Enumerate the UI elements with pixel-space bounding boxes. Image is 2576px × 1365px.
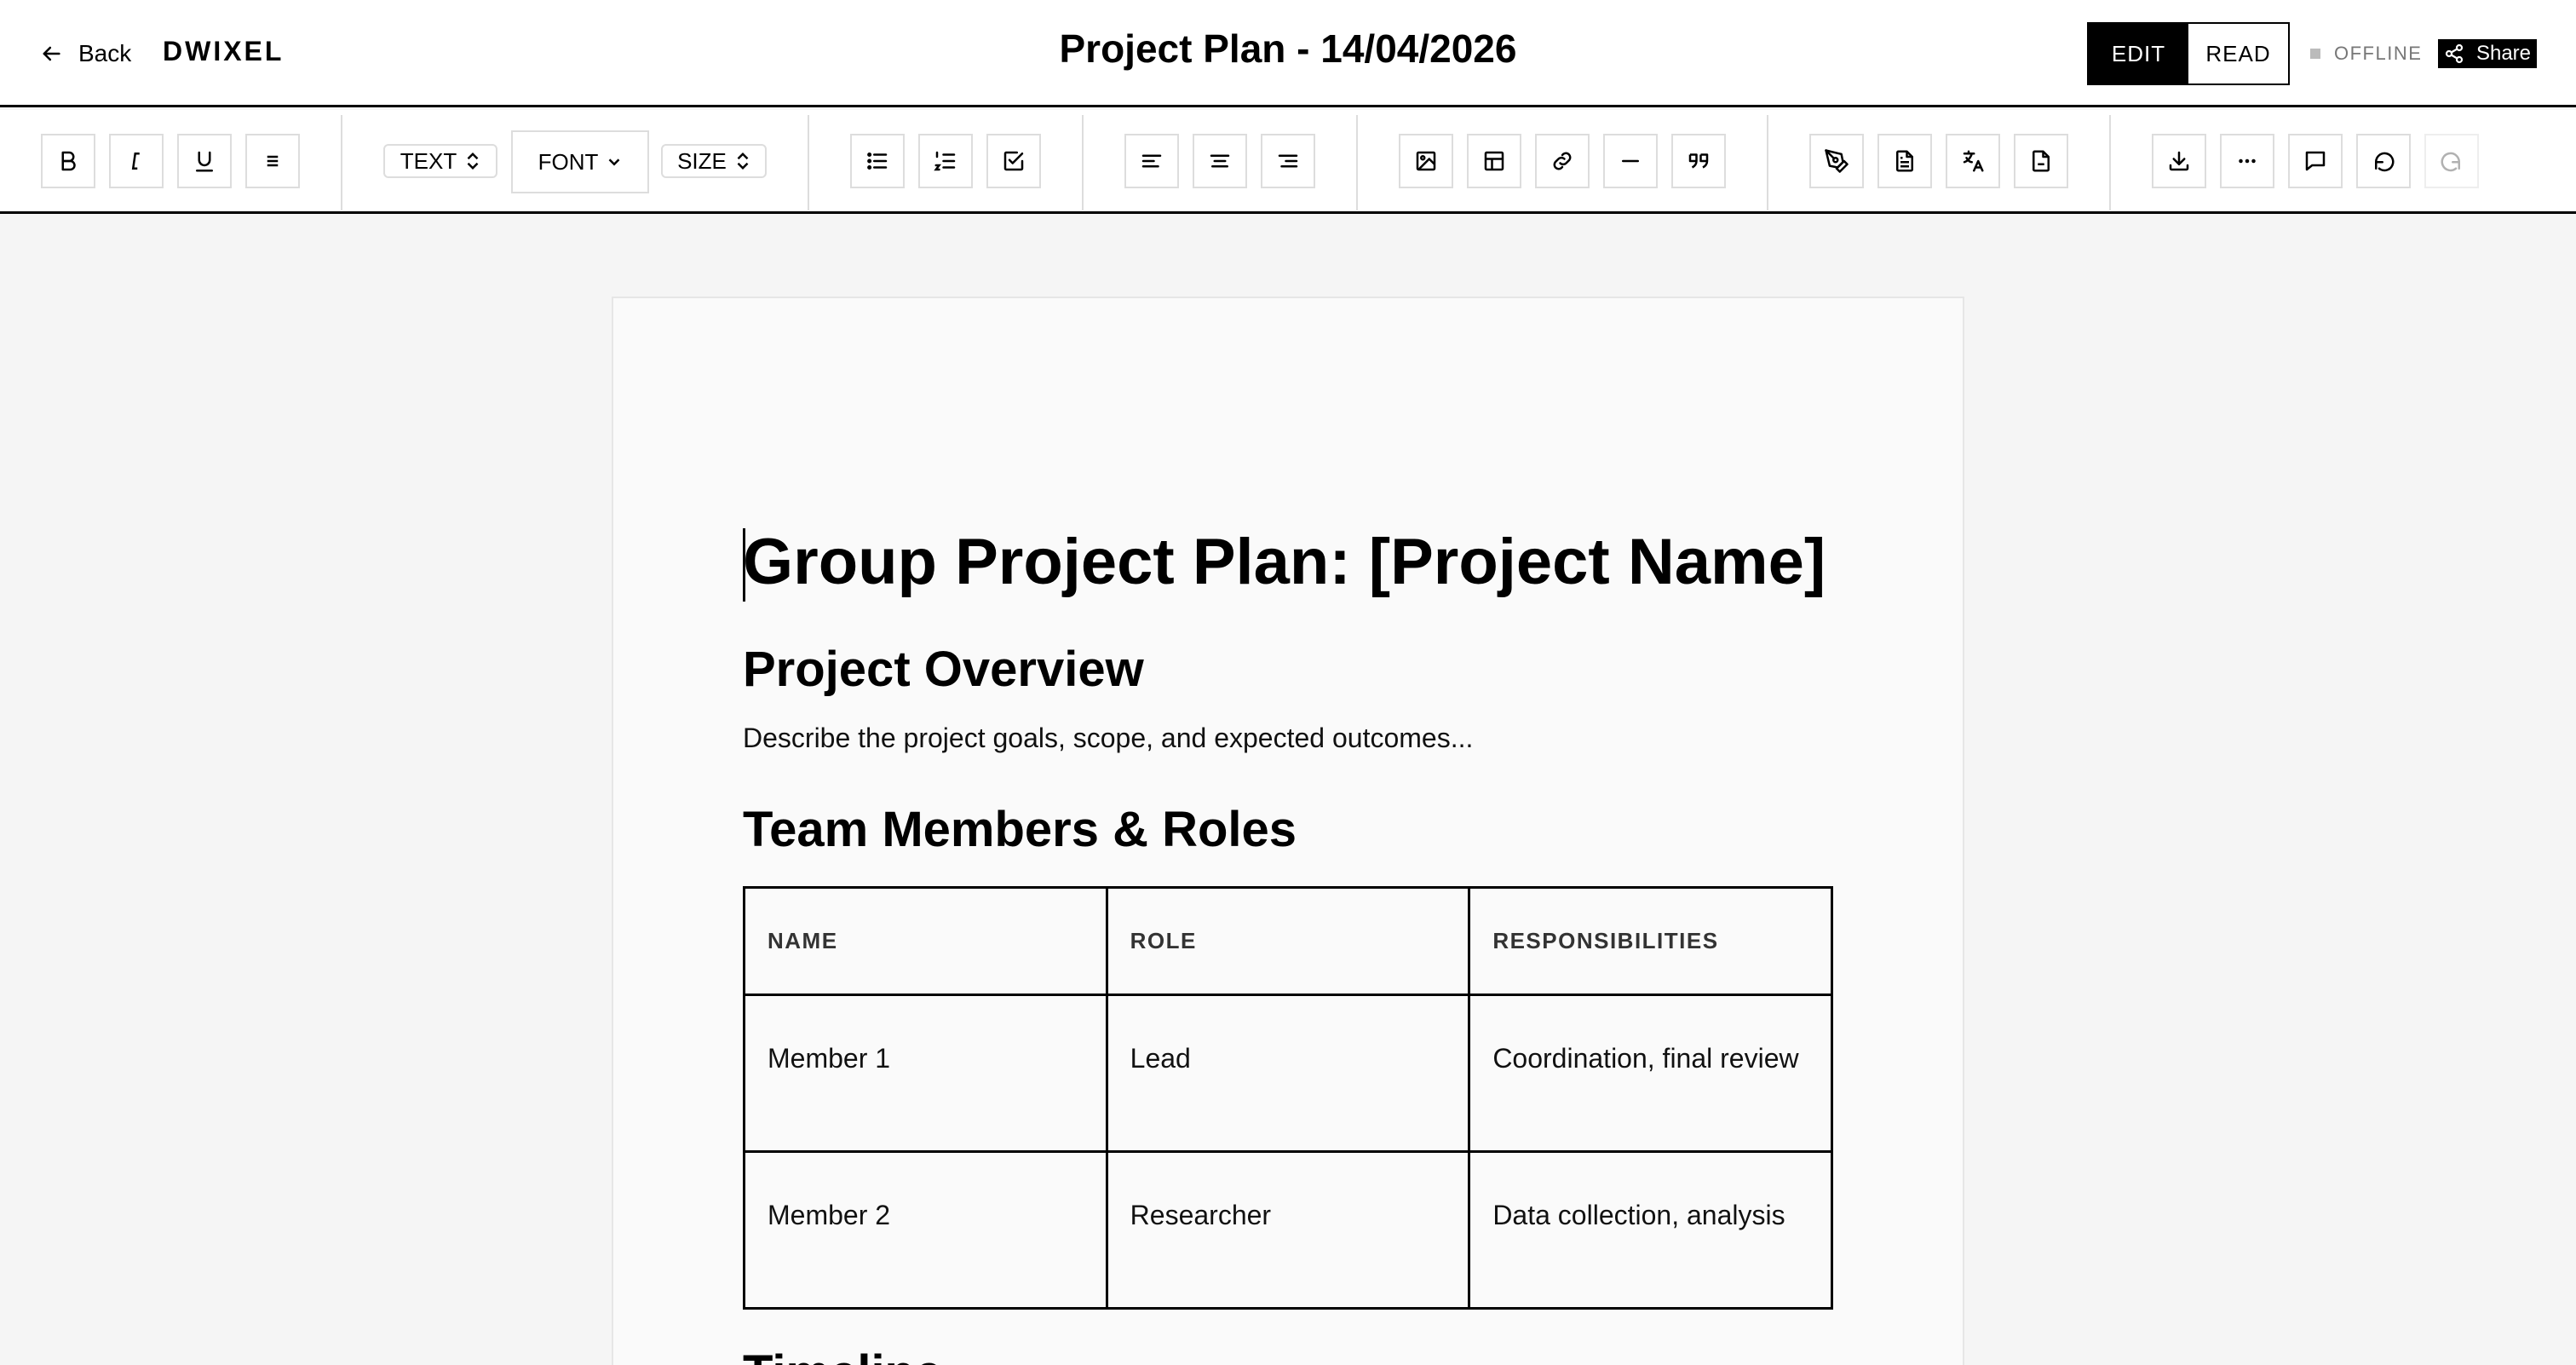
team-roles-table[interactable]: NAME ROLE RESPONSIBILITIES Member 1 Lead… xyxy=(743,886,1833,1310)
table-cell[interactable]: Data collection, analysis xyxy=(1468,1150,1833,1310)
timeline-heading[interactable]: Timeline xyxy=(743,1345,942,1365)
file-icon xyxy=(2033,150,2050,172)
chevron-up-down-icon xyxy=(467,152,479,170)
toolbar-divider xyxy=(1356,115,1358,210)
table-cell[interactable]: Member 2 xyxy=(743,1150,1108,1310)
translate-button[interactable] xyxy=(1946,134,2000,188)
numbered-list-icon xyxy=(934,151,956,171)
insert-table-button[interactable] xyxy=(1467,134,1521,188)
bold-button[interactable] xyxy=(41,134,95,188)
document-heading[interactable]: Group Project Plan: [Project Name] xyxy=(743,525,1826,599)
size-label: SIZE xyxy=(677,147,727,174)
table-icon xyxy=(1484,151,1504,171)
mode-toggle: EDIT READ xyxy=(2087,22,2290,85)
image-icon xyxy=(1416,151,1436,171)
arrow-left-icon xyxy=(43,46,60,61)
more-icon xyxy=(2239,158,2256,164)
table-cell[interactable]: Member 1 xyxy=(743,994,1108,1153)
text-style-select[interactable]: TEXT xyxy=(383,144,497,178)
italic-icon xyxy=(131,153,140,170)
file-button[interactable] xyxy=(2014,134,2068,188)
overview-text[interactable]: Describe the project goals, scope, and e… xyxy=(743,723,1473,754)
align-left-icon xyxy=(1141,154,1162,168)
redo-icon xyxy=(2441,152,2461,172)
table-header-row: NAME ROLE RESPONSIBILITIES xyxy=(743,886,1833,996)
toolbar-divider xyxy=(2109,115,2111,210)
toolbar-divider xyxy=(808,115,809,210)
connection-status: OFFLINE xyxy=(2310,43,2422,65)
quote-button[interactable] xyxy=(1671,134,1726,188)
status-dot-icon xyxy=(2310,49,2320,59)
translate-icon xyxy=(1963,150,1984,172)
table-header-cell[interactable]: ROLE xyxy=(1105,886,1471,996)
align-center-icon xyxy=(1210,154,1230,168)
pen-tool-icon xyxy=(1825,149,1849,173)
text-style-label: TEXT xyxy=(400,147,457,174)
insert-image-button[interactable] xyxy=(1399,134,1453,188)
horizontal-rule-button[interactable] xyxy=(1603,134,1658,188)
back-label: Back xyxy=(78,40,132,66)
download-button[interactable] xyxy=(2152,134,2206,188)
team-heading[interactable]: Team Members & Roles xyxy=(743,801,1297,858)
chevron-up-down-icon xyxy=(737,152,749,170)
table-header-cell[interactable]: RESPONSIBILITIES xyxy=(1468,886,1833,996)
overview-heading[interactable]: Project Overview xyxy=(743,641,1144,698)
redo-button[interactable] xyxy=(2424,134,2479,188)
underline-icon xyxy=(196,151,213,172)
bullet-list-icon xyxy=(867,153,888,170)
more-options-button[interactable] xyxy=(2220,134,2274,188)
align-center-button[interactable] xyxy=(1193,134,1247,188)
italic-button[interactable] xyxy=(109,134,164,188)
chevron-down-icon xyxy=(608,158,620,166)
edit-mode-button[interactable]: EDIT xyxy=(2089,24,2188,84)
table-header-cell[interactable]: NAME xyxy=(743,886,1108,996)
formatting-toolbar: TEXT FONT SIZE xyxy=(0,110,2576,214)
link-icon xyxy=(1553,152,1572,170)
bullet-list-button[interactable] xyxy=(850,134,905,188)
table-row: Member 2 Researcher Data collection, ana… xyxy=(743,1150,1833,1310)
back-button[interactable]: Back xyxy=(39,34,131,73)
insert-link-button[interactable] xyxy=(1535,134,1590,188)
align-right-button[interactable] xyxy=(1261,134,1315,188)
read-mode-button[interactable]: READ xyxy=(2188,24,2288,84)
quote-icon xyxy=(1688,153,1709,169)
checklist-button[interactable] xyxy=(986,134,1041,188)
horizontal-rule-icon xyxy=(1622,159,1639,163)
status-label: OFFLINE xyxy=(2334,43,2423,64)
font-label: FONT xyxy=(538,148,599,175)
toolbar-divider xyxy=(1767,115,1768,210)
undo-icon xyxy=(2374,152,2395,172)
checklist-icon xyxy=(1003,151,1024,171)
brand-logo: DWIXEL xyxy=(163,36,285,66)
table-cell[interactable]: Lead xyxy=(1105,994,1471,1153)
table-cell[interactable]: Coordination, final review xyxy=(1468,994,1833,1153)
size-select[interactable]: SIZE xyxy=(661,144,767,178)
document-icon xyxy=(1896,150,1913,172)
share-label: Share xyxy=(2475,42,2532,65)
toolbar-divider xyxy=(1082,115,1084,210)
paragraph-menu-button[interactable] xyxy=(245,134,300,188)
share-button[interactable]: Share xyxy=(2438,39,2537,68)
comment-button[interactable] xyxy=(2288,134,2343,188)
table-row: Member 1 Lead Coordination, final review xyxy=(743,994,1833,1153)
document-title[interactable]: Project Plan - 14/04/2026 xyxy=(1060,26,1517,71)
share-icon xyxy=(2445,43,2464,64)
undo-button[interactable] xyxy=(2356,134,2411,188)
pen-tool-button[interactable] xyxy=(1809,134,1864,188)
align-left-button[interactable] xyxy=(1124,134,1179,188)
toolbar-divider xyxy=(341,115,342,210)
download-icon xyxy=(2169,151,2189,171)
table-cell[interactable]: Researcher xyxy=(1105,1150,1471,1310)
comment-icon xyxy=(2305,151,2326,171)
text-cursor xyxy=(743,528,745,602)
document-button[interactable] xyxy=(1877,134,1932,188)
numbered-list-button[interactable] xyxy=(918,134,973,188)
bold-icon xyxy=(61,151,76,171)
underline-button[interactable] xyxy=(177,134,232,188)
top-header: Back DWIXEL Project Plan - 14/04/2026 ED… xyxy=(0,0,2576,107)
align-right-icon xyxy=(1278,154,1298,168)
paragraph-menu-icon xyxy=(267,155,279,167)
font-select[interactable]: FONT xyxy=(511,130,649,193)
